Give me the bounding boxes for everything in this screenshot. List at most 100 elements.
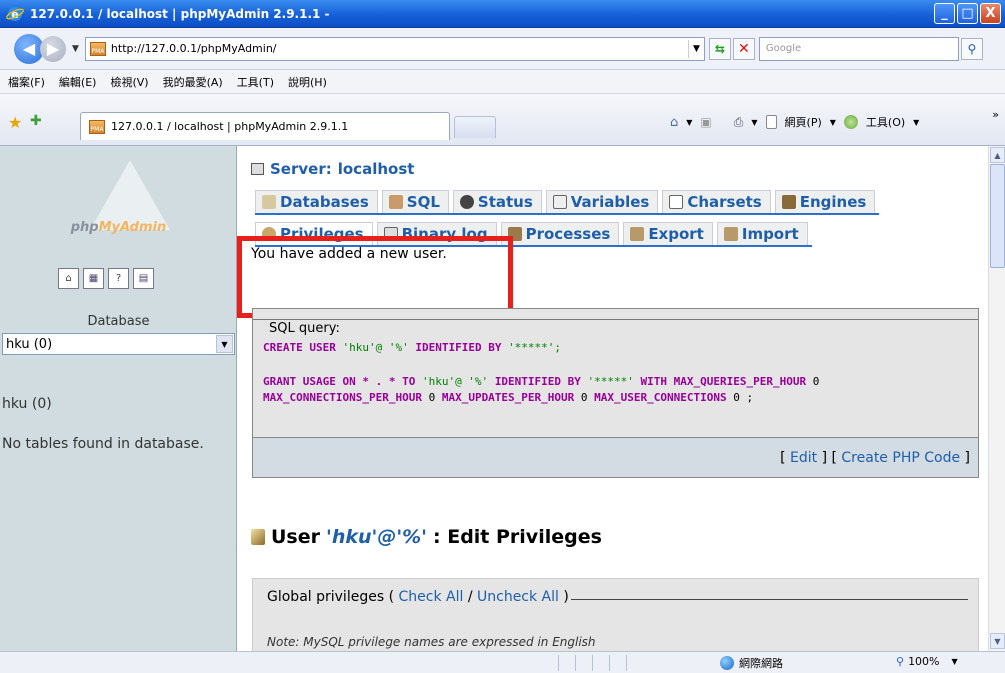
stop-icon[interactable]: ✕ (732, 37, 755, 60)
tab-label: Variables (570, 193, 650, 211)
favorites-star-icon[interactable]: ★ (8, 113, 22, 132)
export-icon (630, 227, 645, 241)
uncheck-all-link[interactable]: Uncheck All (477, 589, 559, 605)
menu-favorites[interactable]: 我的最愛(A) (156, 74, 230, 90)
menu-file[interactable]: 檔案(F) (0, 74, 52, 90)
sql-query-box: SQL query: CREATE USER 'hku'@ '%' IDENTI… (252, 308, 979, 478)
home-icon[interactable]: ⌂ (670, 115, 678, 130)
page-menu[interactable]: 網頁(P) (785, 114, 822, 130)
site-favicon-icon: PMA (89, 41, 106, 56)
scroll-thumb[interactable] (990, 164, 1005, 268)
tab-label: Status (477, 193, 533, 211)
scroll-down-icon[interactable]: ▼ (990, 633, 1005, 649)
close-button[interactable]: X (980, 3, 1001, 24)
add-favorite-icon[interactable]: ✚ (30, 113, 42, 129)
tab-processes[interactable]: Processes (500, 222, 620, 245)
address-url[interactable]: http://127.0.0.1/phpMyAdmin/ (111, 42, 688, 55)
menu-tools[interactable]: 工具(T) (230, 74, 281, 90)
address-field[interactable]: PMA http://127.0.0.1/phpMyAdmin/ ▼ (84, 36, 705, 61)
mysql-docs-icon[interactable]: ▤ (133, 268, 154, 289)
scroll-up-icon[interactable]: ▲ (990, 147, 1005, 163)
maximize-button[interactable]: □ (957, 3, 978, 24)
address-toolbar: ◀ ▶ ▼ PMA http://127.0.0.1/phpMyAdmin/ ▼… (0, 28, 1005, 70)
sql-string: '*****' (587, 375, 634, 388)
chevron-down-icon[interactable]: ▼ (216, 335, 233, 353)
forward-button[interactable]: ▶ (40, 35, 66, 62)
tab-label: Import (741, 225, 799, 243)
tools-menu[interactable]: 工具(O) (866, 114, 905, 130)
refresh-icon[interactable]: ⇆ (708, 37, 731, 60)
tab-bar: ★ ✚ PMA 127.0.0.1 / localhost | phpMyAdm… (0, 94, 1005, 146)
address-dropdown-icon[interactable]: ▼ (687, 39, 704, 58)
menu-view[interactable]: 檢視(V) (103, 74, 155, 90)
global-legend-text: Global privileges (267, 589, 385, 605)
page-icon (765, 115, 777, 129)
sql-number: 0 (580, 391, 588, 404)
browser-tab[interactable]: PMA 127.0.0.1 / localhost | phpMyAdmin 2… (80, 112, 450, 140)
edit-link[interactable]: Edit (790, 450, 817, 466)
menu-edit[interactable]: 編輯(E) (52, 74, 104, 90)
tab-label: Databases (280, 193, 369, 211)
tab-label: Processes (525, 225, 611, 243)
server-tabs-row-1: Databases SQL Status Variables Charsets … (255, 190, 880, 215)
sql-keyword: GRANT USAGE ON * . * TO (263, 375, 416, 388)
window-title-bar: e 127.0.0.1 / localhost | phpMyAdmin 2.9… (0, 0, 1005, 28)
sql-keyword: WITH MAX_QUERIES_PER_HOUR (640, 375, 807, 388)
tab-label: Engines (799, 193, 867, 211)
zoom-dropdown-icon[interactable]: ▼ (952, 657, 958, 666)
window-title: 127.0.0.1 / localhost | phpMyAdmin 2.9.1… (30, 6, 330, 21)
zone-label: 網際網路 (739, 657, 783, 670)
sql-window-icon[interactable]: ▦ (83, 268, 104, 289)
tab-favicon-icon: PMA (89, 119, 105, 134)
no-tables-message: No tables found in database. (2, 436, 204, 452)
feeds-icon[interactable]: ▣ (700, 115, 711, 129)
status-dividers (558, 655, 627, 671)
page-content: phpMyAdmin ⌂ ▦ ? ▤ Database hku (0) ▼ hk… (0, 146, 988, 651)
print-icon[interactable]: ⎙ (734, 115, 744, 130)
search-icon[interactable]: ⚲ (960, 37, 983, 60)
database-select[interactable]: hku (0) ▼ (2, 333, 235, 355)
tab-status[interactable]: Status (452, 190, 542, 213)
check-all-link[interactable]: Check All (399, 589, 464, 605)
create-php-code-link[interactable]: Create PHP Code (841, 450, 960, 466)
more-chevron-icon[interactable]: » (992, 108, 999, 121)
sql-icon (388, 195, 403, 209)
tab-export[interactable]: Export (623, 222, 713, 245)
sql-terminator: ; (739, 391, 754, 404)
vertical-scrollbar[interactable]: ▲ ▼ (988, 146, 1005, 651)
minimize-button[interactable]: _ (934, 3, 955, 24)
history-dropdown-icon[interactable]: ▼ (72, 44, 79, 54)
tab-charsets[interactable]: Charsets (662, 190, 771, 213)
server-name[interactable]: localhost (338, 160, 415, 178)
sql-keyword: MAX_USER_CONNECTIONS (594, 391, 727, 404)
database-link[interactable]: hku (0) (2, 396, 52, 412)
zoom-control[interactable]: ⚲ 100% ▼ (896, 655, 958, 668)
user-title-prefix: User (271, 526, 320, 548)
menu-help[interactable]: 說明(H) (281, 74, 334, 90)
tab-import[interactable]: Import (716, 222, 808, 245)
user-title-suffix: : Edit Privileges (433, 526, 602, 548)
zoom-icon: ⚲ (896, 655, 905, 668)
tab-sql[interactable]: SQL (381, 190, 449, 213)
tab-engines[interactable]: Engines (774, 190, 876, 213)
home-icon[interactable]: ⌂ (58, 268, 79, 289)
sql-number: 0 (733, 391, 740, 404)
database-selected-value: hku (0) (6, 336, 53, 352)
security-zone[interactable]: 網際網路 (720, 655, 783, 671)
tab-label: SQL (406, 193, 440, 211)
sql-query-legend: SQL query: (267, 321, 342, 336)
tab-databases[interactable]: Databases (255, 190, 378, 213)
docs-icon[interactable]: ? (108, 268, 129, 289)
tab-variables[interactable]: Variables (545, 190, 659, 213)
phpmyadmin-logo[interactable]: phpMyAdmin (0, 146, 237, 266)
engines-icon (781, 195, 796, 209)
tab-label: Export (648, 225, 704, 243)
navigation-frame: phpMyAdmin ⌂ ▦ ? ▤ Database hku (0) ▼ hk… (0, 146, 237, 651)
main-frame: Server: localhost Databases SQL Status V… (237, 146, 988, 651)
logo-myadmin-text: MyAdmin (98, 220, 167, 235)
new-tab-button[interactable] (454, 116, 496, 138)
search-input[interactable]: Google (758, 36, 959, 61)
sql-keyword: MAX_CONNECTIONS_PER_HOUR (263, 391, 422, 404)
global-privileges-box: Global privileges ( Check All / Uncheck … (252, 578, 979, 651)
sql-keyword: IDENTIFIED BY (415, 341, 502, 354)
